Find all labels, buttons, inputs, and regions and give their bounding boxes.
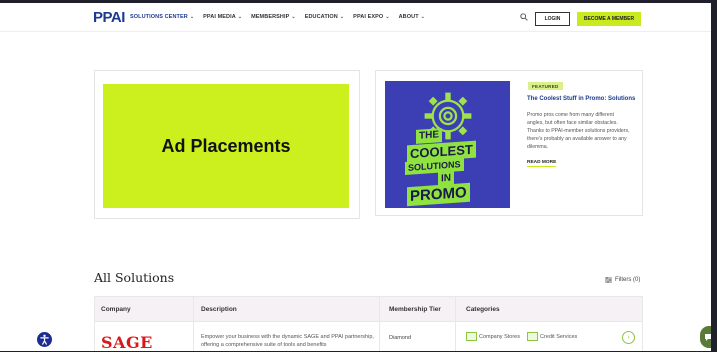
chevron-down-icon: ⌄: [189, 14, 195, 20]
nav-item-ppai-expo[interactable]: PPAI EXPO ⌄: [353, 14, 389, 20]
column-header-membership-tier[interactable]: Membership Tier: [389, 306, 441, 313]
featured-article-image[interactable]: THE COOLEST SOLUTIONS IN PROMO: [385, 81, 510, 208]
table-header: Company Description Membership Tier Cate…: [95, 297, 642, 322]
column-header-company[interactable]: Company: [101, 306, 131, 313]
promo-text-line: SOLUTIONS: [405, 157, 464, 176]
filters-button[interactable]: Filters (0): [605, 277, 640, 283]
category-tag-credit-services[interactable]: Credit Services: [527, 332, 577, 341]
promo-text-line: PROMO: [407, 182, 470, 207]
filter-icon: [605, 277, 612, 283]
column-divider: [193, 297, 194, 351]
become-member-button[interactable]: BECOME A MEMBER: [577, 12, 641, 26]
category-icon: [466, 332, 477, 341]
chevron-down-icon: ⌄: [339, 14, 345, 20]
nav-item-label: PPAI MEDIA: [203, 14, 236, 20]
article-title-link[interactable]: The Coolest Stuff in Promo: Solutions: [527, 96, 637, 102]
nav-item-label: MEMBERSHIP: [251, 14, 290, 20]
chevron-down-icon: ⌄: [237, 14, 243, 20]
column-header-categories[interactable]: Categories: [466, 306, 500, 313]
chevron-down-icon: ⌄: [385, 14, 390, 20]
accessibility-icon: [40, 334, 49, 345]
article-excerpt: Promo pros come from many different angl…: [527, 112, 630, 150]
ppai-logo[interactable]: PPAI: [93, 9, 125, 26]
nav-item-ppai-media[interactable]: PPAI MEDIA ⌄: [203, 14, 242, 20]
category-label: Company Stores: [479, 333, 520, 340]
row-description: Empower your business with the dynamic S…: [201, 334, 374, 348]
ad-placement-banner[interactable]: Ad Placements: [103, 84, 349, 208]
chat-icon: [705, 333, 711, 341]
search-icon[interactable]: [520, 13, 528, 21]
filters-label: Filters (0): [615, 277, 641, 283]
promo-text-line: THE: [416, 128, 442, 144]
featured-badge: FEATURED: [528, 82, 563, 90]
login-button[interactable]: LOGIN: [535, 12, 570, 26]
column-divider: [455, 297, 456, 351]
ad-placement-title: Ad Placements: [161, 135, 291, 156]
nav-menu: SOLUTIONS CENTER ⌄ PPAI MEDIA ⌄ MEMBERSH…: [130, 14, 425, 20]
nav-item-label: EDUCATION: [304, 14, 338, 20]
read-more-link[interactable]: READ MORE: [527, 160, 557, 167]
browser-viewport: PPAI SOLUTIONS CENTER ⌄ PPAI MEDIA ⌄ MEM…: [0, 0, 717, 352]
category-label: Credit Services: [540, 333, 578, 340]
accessibility-button[interactable]: [36, 331, 53, 348]
chat-button[interactable]: [700, 326, 711, 348]
column-header-description[interactable]: Description: [201, 306, 237, 313]
section-title: All Solutions: [94, 270, 175, 285]
chevron-down-icon: ⌄: [420, 14, 425, 20]
category-tag-company-stores[interactable]: Company Stores: [466, 332, 520, 341]
chevron-down-icon: ⌄: [291, 14, 296, 20]
nav-item-education[interactable]: EDUCATION ⌄: [305, 14, 344, 20]
nav-item-label: ABOUT: [398, 14, 419, 20]
top-navigation: PPAI SOLUTIONS CENTER ⌄ PPAI MEDIA ⌄ MEM…: [0, 3, 711, 32]
nav-item-solutions-center[interactable]: SOLUTIONS CENTER ⌄: [130, 14, 194, 20]
company-logo-sage[interactable]: SAGE: [101, 333, 153, 351]
ad-placement-card: Ad Placements: [94, 70, 360, 219]
row-membership-tier: Diamond: [389, 335, 412, 341]
featured-article-card: THE COOLEST SOLUTIONS IN PROMO FEATURED …: [375, 70, 643, 216]
nav-item-label: SOLUTIONS CENTER: [130, 14, 188, 20]
nav-item-membership[interactable]: MEMBERSHIP ⌄: [251, 14, 296, 20]
nav-item-about[interactable]: ABOUT ⌄: [399, 14, 425, 20]
solutions-table: Company Description Membership Tier Cate…: [94, 296, 643, 351]
category-icon: [527, 332, 538, 341]
arrow-right-icon[interactable]: ›: [622, 331, 635, 344]
column-divider: [379, 297, 380, 351]
nav-item-label: PPAI EXPO: [353, 14, 384, 20]
